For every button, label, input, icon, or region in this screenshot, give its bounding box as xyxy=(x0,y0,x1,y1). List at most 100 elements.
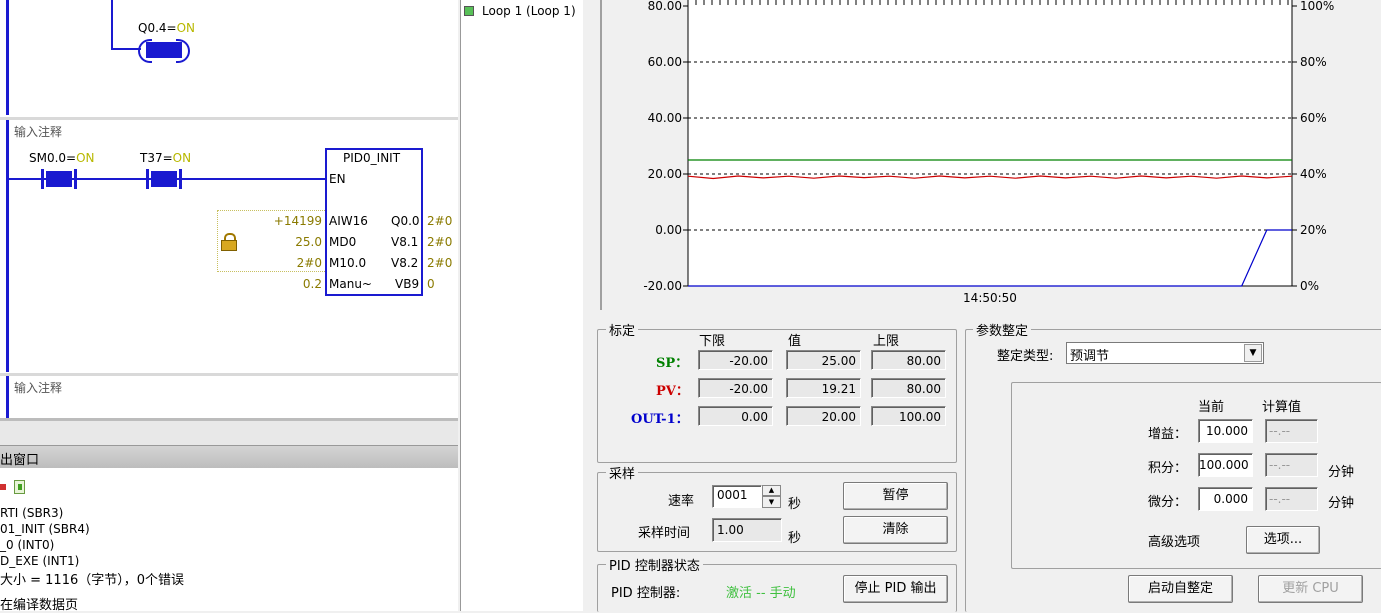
x-tick-label: 14:50:50 xyxy=(963,291,1017,305)
y-tick-label: 40.00 xyxy=(648,111,682,125)
loop-status-icon xyxy=(464,6,474,16)
pin-en: EN xyxy=(329,172,346,186)
advanced-options-label: 高级选项 xyxy=(1148,535,1201,550)
rate-label: 速率 xyxy=(668,494,695,509)
pid-controller-label: PID 控制器: xyxy=(611,586,681,601)
gain-calc-field: --.-- xyxy=(1265,419,1318,443)
sp-label: SP： xyxy=(656,356,689,371)
stop-pid-output-button[interactable]: 停止 PID 输出 xyxy=(843,575,948,603)
gain-label: 增益： xyxy=(1148,427,1188,442)
sp-high-field[interactable]: 80.00 xyxy=(871,350,946,370)
input-value: +14199 xyxy=(273,214,322,228)
spin-down-icon[interactable]: ▼ xyxy=(762,496,781,508)
input-value: 0.2 xyxy=(302,277,322,291)
output-pin: Q0.0 xyxy=(391,214,420,228)
output-value: 2#0 xyxy=(427,235,453,249)
contact-t37[interactable] xyxy=(146,169,182,189)
output-value: 0 xyxy=(427,277,435,291)
coil-q0-4[interactable] xyxy=(138,39,190,63)
ladder-editor[interactable]: Q0.4=ON 输入注释 SM0.0=ON T37=ON PID0_INIT E… xyxy=(0,0,458,418)
y-tick-label: 20.00 xyxy=(648,167,682,181)
pv-label: PV： xyxy=(656,384,689,399)
pv-low-field[interactable]: -20.00 xyxy=(698,378,773,398)
derivative-calc-field: --.-- xyxy=(1265,487,1318,511)
power-rail xyxy=(6,376,9,418)
clear-button[interactable]: 清除 xyxy=(843,516,948,544)
clear-icon[interactable] xyxy=(0,480,12,494)
power-rail xyxy=(6,120,9,372)
sp-low-field[interactable]: -20.00 xyxy=(698,350,773,370)
power-rail xyxy=(6,0,9,115)
y-tick-label: 60.00 xyxy=(648,55,682,69)
output-line: 在编译数据页 xyxy=(0,598,79,613)
sample-time-field: 1.00 xyxy=(712,518,782,542)
input-pin: M10.0 xyxy=(329,256,367,270)
input-pin: Manu~ xyxy=(329,277,372,291)
wire xyxy=(111,0,113,50)
pv-value-field[interactable]: 19.21 xyxy=(786,378,861,398)
input-value: 25.0 xyxy=(295,235,322,249)
sampling-title: 采样 xyxy=(606,463,639,482)
integral-label: 积分： xyxy=(1148,461,1188,476)
output-line: D_EXE (INT1) xyxy=(0,554,80,568)
options-button[interactable]: 选项... xyxy=(1246,526,1320,554)
export-icon[interactable] xyxy=(13,478,27,496)
output-pin: VB9 xyxy=(395,277,420,291)
start-autotune-button[interactable]: 启动自整定 xyxy=(1128,575,1233,603)
tree-item-loop-1[interactable]: Loop 1 (Loop 1) xyxy=(482,4,576,18)
out-high-field[interactable]: 100.00 xyxy=(871,406,946,426)
header-high: 上限 xyxy=(873,334,900,349)
col-calc-header: 计算值 xyxy=(1262,400,1302,415)
network-separator xyxy=(0,373,458,376)
calibration-title: 标定 xyxy=(606,320,639,339)
tuning-type-select[interactable]: 预调节 ▼ xyxy=(1066,342,1264,364)
output-line: 01_INIT (SBR4) xyxy=(0,522,90,536)
derivative-label: 微分： xyxy=(1148,495,1188,510)
chart-border xyxy=(600,0,602,310)
out-label: OUT-1： xyxy=(631,412,689,427)
integral-field[interactable]: 100.000 xyxy=(1198,453,1253,477)
y2-tick-label: 60% xyxy=(1300,111,1327,125)
integral-calc-field: --.-- xyxy=(1265,453,1318,477)
col-current-header: 当前 xyxy=(1198,400,1225,415)
contact-sm0-0[interactable] xyxy=(41,169,77,189)
derivative-field[interactable]: 0.000 xyxy=(1198,487,1253,511)
chevron-down-icon[interactable]: ▼ xyxy=(1244,344,1262,362)
spin-up-icon[interactable]: ▲ xyxy=(762,485,781,496)
splitter[interactable] xyxy=(0,418,458,446)
tuning-title: 参数整定 xyxy=(973,320,1032,339)
rate-input[interactable]: 0001 xyxy=(712,485,762,508)
y-tick-label: -20.00 xyxy=(643,279,682,293)
gain-field[interactable]: 10.000 xyxy=(1198,419,1253,443)
wire xyxy=(111,48,141,50)
header-low: 下限 xyxy=(699,334,726,349)
out-value-field[interactable]: 20.00 xyxy=(786,406,861,426)
y2-tick-label: 20% xyxy=(1300,223,1327,237)
network-separator xyxy=(0,117,458,120)
integral-unit: 分钟 xyxy=(1328,465,1355,480)
y2-tick-label: 80% xyxy=(1300,55,1327,69)
lock-icon xyxy=(221,233,237,251)
tuning-type-value: 预调节 xyxy=(1070,349,1110,364)
trend-chart: 80.00 100% 60.00 80% 40.00 60% 20.00 40% 0.00 20%… xyxy=(600,0,1381,310)
update-cpu-button[interactable]: 更新 CPU xyxy=(1258,575,1363,603)
loop-tree: Loop 1 (Loop 1) xyxy=(460,0,584,611)
sp-value-field[interactable]: 25.00 xyxy=(786,350,861,370)
output-pin: V8.1 xyxy=(391,235,419,249)
out-low-field[interactable]: 0.00 xyxy=(698,406,773,426)
pid-controller-state: 激活 -- 手动 xyxy=(726,586,796,601)
pv-high-field[interactable]: 80.00 xyxy=(871,378,946,398)
plot-area xyxy=(688,0,1292,286)
output-value: 2#0 xyxy=(427,214,453,228)
derivative-unit: 分钟 xyxy=(1328,496,1355,511)
output-value: 2#0 xyxy=(427,256,453,270)
output-line: 大小 = 1116（字节），0个错误 xyxy=(0,573,185,588)
y2-tick-label: 100% xyxy=(1300,0,1334,13)
tuning-type-label: 整定类型: xyxy=(997,349,1054,364)
network-comment[interactable]: 输入注释 xyxy=(14,123,62,140)
pid-status-title: PID 控制器状态 xyxy=(606,555,703,574)
input-pin: MD0 xyxy=(329,235,357,249)
network-comment[interactable]: 输入注释 xyxy=(14,379,62,396)
rate-unit: 秒 xyxy=(788,497,802,512)
pause-button[interactable]: 暂停 xyxy=(843,482,948,510)
